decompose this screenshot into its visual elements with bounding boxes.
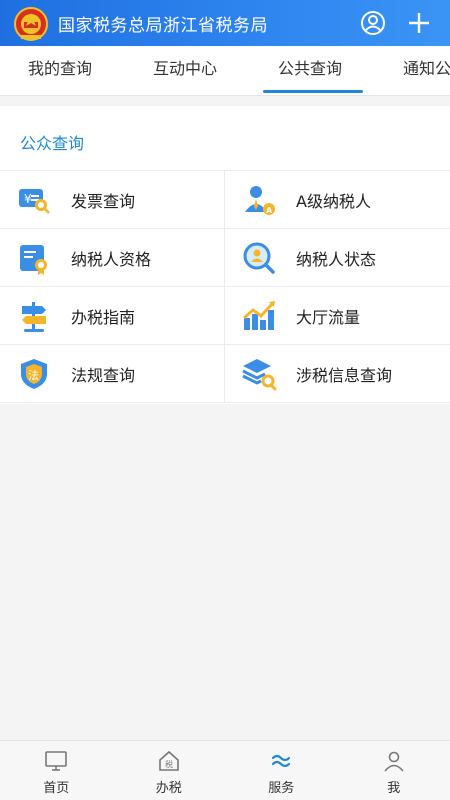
- svg-text:税: 税: [165, 759, 173, 769]
- nav-service[interactable]: 服务: [225, 741, 338, 800]
- grid-item-label: 纳税人状态: [296, 250, 377, 269]
- tax-house-icon: 税: [158, 750, 179, 771]
- nav-home[interactable]: 首页: [0, 741, 113, 800]
- grid-item-label: 大厅流量: [296, 308, 361, 327]
- hall-traffic-chart-icon: [241, 298, 277, 334]
- svg-text:法: 法: [28, 368, 39, 382]
- monitor-home-icon: [45, 751, 68, 771]
- a-level-taxpayer-icon: A: [241, 182, 277, 218]
- law-shield-icon: 法: [16, 356, 52, 392]
- nav-me[interactable]: 我: [338, 741, 450, 800]
- nav-label: 服务: [268, 781, 295, 796]
- bottom-nav: 首页 税 办税 服务 我: [0, 740, 450, 800]
- grid-item-tax-info-query[interactable]: 涉税信息查询: [225, 345, 450, 403]
- tax-emblem-icon: [12, 4, 50, 42]
- svg-text:A: A: [266, 206, 273, 215]
- grid-item-label: 发票查询: [71, 192, 136, 211]
- section-title: 公众查询: [20, 134, 85, 153]
- grid-item-label: 涉税信息查询: [296, 366, 393, 385]
- signpost-guide-icon: [16, 298, 52, 334]
- grid-item-taxpayer-status[interactable]: 纳税人状态: [225, 229, 450, 287]
- grid-item-law-query[interactable]: 法 法规查询: [0, 345, 225, 403]
- public-query-panel: 公众查询 ¥ 发票查询 A A级纳税人 纳税人资格 纳税人状态 办税指南 大厅流…: [0, 106, 450, 404]
- grid-item-taxpayer-qualification[interactable]: 纳税人资格: [0, 229, 225, 287]
- stack-search-icon: [241, 356, 277, 392]
- nav-label: 我: [387, 781, 401, 796]
- tab-notices[interactable]: 通知公告: [403, 46, 450, 95]
- invoice-search-icon: ¥: [16, 182, 52, 218]
- grid-item-a-level-taxpayer[interactable]: A A级纳税人: [225, 171, 450, 229]
- plus-icon[interactable]: [406, 10, 432, 36]
- user-circle-icon[interactable]: [360, 10, 386, 36]
- active-tab-indicator: [263, 90, 363, 93]
- person-icon: [384, 751, 404, 772]
- grid-item-label: A级纳税人: [296, 192, 371, 211]
- tab-bar: 我的查询 互动中心 公共查询 通知公告: [0, 46, 450, 96]
- svg-text:¥: ¥: [24, 192, 32, 206]
- section-gap: [0, 96, 450, 106]
- tab-my-queries[interactable]: 我的查询: [28, 46, 92, 95]
- nav-label: 办税: [155, 781, 182, 796]
- grid-item-label: 法规查询: [71, 366, 136, 385]
- tab-interaction-center[interactable]: 互动中心: [153, 46, 217, 95]
- grid-item-hall-traffic[interactable]: 大厅流量: [225, 287, 450, 345]
- app-title: 国家税务总局浙江省税务局: [58, 15, 268, 36]
- grid-item-invoice-query[interactable]: ¥ 发票查询: [0, 171, 225, 229]
- service-wave-icon: [272, 754, 291, 768]
- query-grid: ¥ 发票查询 A A级纳税人 纳税人资格 纳税人状态 办税指南 大厅流量 法 法…: [0, 170, 450, 403]
- grid-item-label: 纳税人资格: [71, 250, 152, 269]
- nav-tax[interactable]: 税 办税: [113, 741, 226, 800]
- taxpayer-qualification-icon: [16, 240, 52, 276]
- taxpayer-status-icon: [241, 240, 277, 276]
- grid-item-label: 办税指南: [71, 308, 136, 327]
- tab-public-queries[interactable]: 公共查询: [278, 46, 342, 95]
- nav-label: 首页: [43, 781, 70, 796]
- grid-item-tax-guide[interactable]: 办税指南: [0, 287, 225, 345]
- app-header: 国家税务总局浙江省税务局: [0, 0, 450, 46]
